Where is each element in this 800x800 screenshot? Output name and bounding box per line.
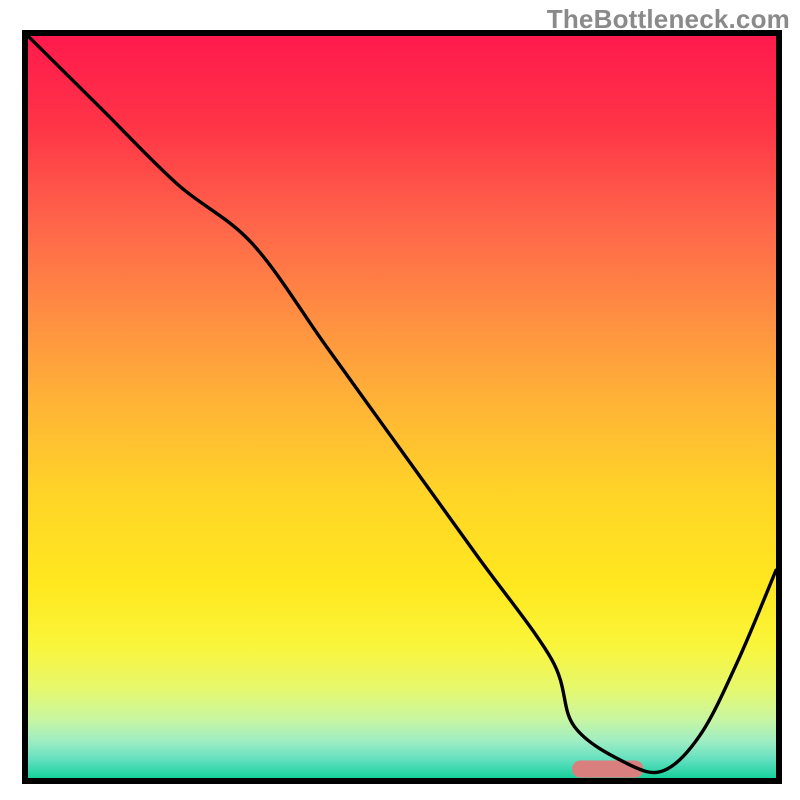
plot-area — [22, 30, 782, 784]
chart-svg — [28, 36, 776, 778]
optimum-marker — [572, 761, 643, 778]
chart-frame: TheBottleneck.com — [0, 0, 800, 800]
